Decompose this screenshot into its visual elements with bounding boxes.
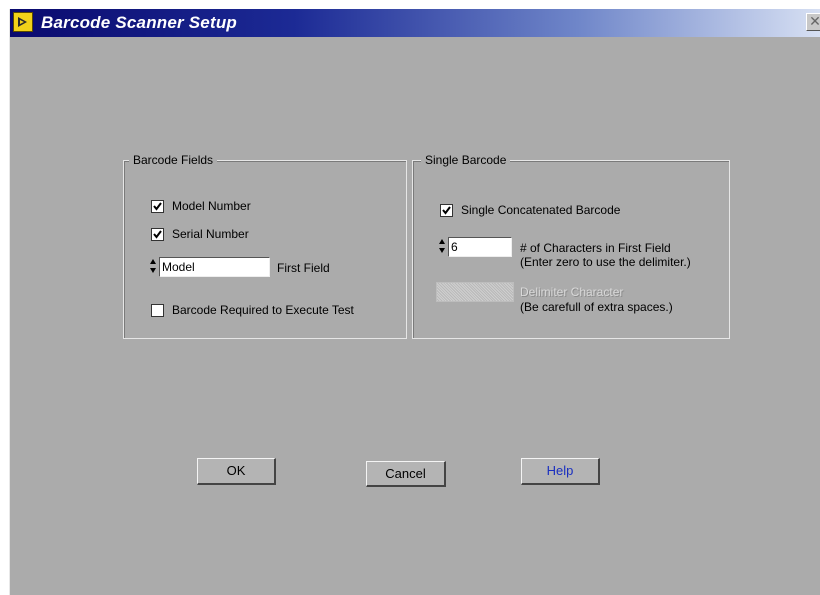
spinner-up-arrow-icon[interactable] bbox=[150, 259, 156, 264]
window-title: Barcode Scanner Setup bbox=[41, 13, 237, 32]
single-concatenated-checkbox[interactable] bbox=[440, 204, 453, 217]
chars-first-field-spinner[interactable] bbox=[439, 237, 447, 257]
single-concatenated-label: Single Concatenated Barcode bbox=[461, 203, 621, 217]
chars-first-field-hint: (Enter zero to use the delimiter.) bbox=[520, 255, 691, 269]
first-field-input[interactable]: Model bbox=[159, 257, 270, 277]
labview-vi-icon bbox=[13, 12, 33, 32]
first-field-spinner[interactable] bbox=[150, 257, 158, 277]
barcode-required-checkbox[interactable] bbox=[151, 304, 164, 317]
close-button[interactable]: ✕ bbox=[806, 13, 820, 31]
cancel-button[interactable]: Cancel bbox=[366, 461, 446, 487]
first-field-label: First Field bbox=[277, 261, 330, 275]
spinner-down-arrow-icon[interactable] bbox=[150, 268, 156, 273]
delimiter-label: Delimiter Character bbox=[520, 285, 624, 299]
model-number-label: Model Number bbox=[172, 199, 251, 213]
serial-number-label: Serial Number bbox=[172, 227, 249, 241]
delimiter-hint: (Be carefull of extra spaces.) bbox=[520, 300, 673, 314]
title-bar[interactable]: Barcode Scanner Setup ✕ bbox=[10, 9, 820, 37]
barcode-required-label: Barcode Required to Execute Test bbox=[172, 303, 354, 317]
single-barcode-group: Single Barcode Single Concatenated Barco… bbox=[412, 153, 730, 339]
delimiter-input[interactable] bbox=[436, 282, 514, 302]
single-barcode-title: Single Barcode bbox=[421, 153, 511, 167]
barcode-fields-group: Barcode Fields Model Number Serial Numbe… bbox=[123, 153, 407, 339]
dialog-window: Barcode Scanner Setup ✕ Barcode Fields M… bbox=[9, 9, 820, 595]
spinner-down-arrow-icon[interactable] bbox=[439, 248, 445, 253]
chars-first-field-label: # of Characters in First Field bbox=[520, 241, 671, 255]
ok-button[interactable]: OK bbox=[197, 458, 276, 485]
help-button[interactable]: Help bbox=[521, 458, 600, 485]
barcode-fields-title: Barcode Fields bbox=[129, 153, 218, 167]
spinner-up-arrow-icon[interactable] bbox=[439, 239, 445, 244]
model-number-checkbox[interactable] bbox=[151, 200, 164, 213]
serial-number-checkbox[interactable] bbox=[151, 228, 164, 241]
chars-first-field-input[interactable]: 6 bbox=[448, 237, 512, 257]
